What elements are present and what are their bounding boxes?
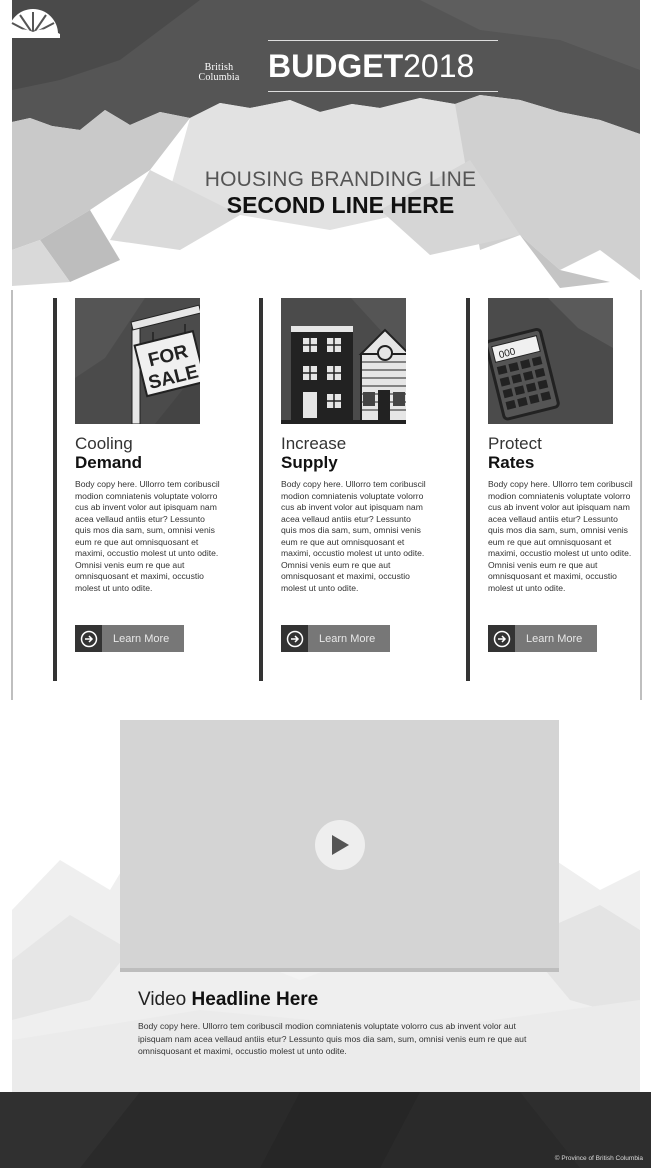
play-icon — [332, 835, 349, 855]
card-protect-rates: 000 Protect Rates Body copy here. Ullorr… — [466, 298, 633, 681]
arrow-right-circle-icon — [488, 625, 515, 652]
budget-year: 2018 — [403, 48, 475, 84]
footer-texture — [0, 1092, 651, 1168]
logo-line-columbia: Columbia — [198, 72, 240, 83]
learn-more-label: Learn More — [319, 632, 376, 645]
copyright-text: © Province of British Columbia — [554, 1155, 643, 1162]
learn-more-button[interactable]: Learn More — [488, 625, 597, 652]
arrow-right-circle-icon — [75, 625, 102, 652]
footer: © Province of British Columbia — [0, 1092, 651, 1168]
hero-line-1: HOUSING BRANDING LINE — [204, 168, 477, 191]
card-body-text: Body copy here. Ullorro tem coribuscil m… — [75, 479, 220, 593]
hero-banner: British Columbia BUDGET2018 HOUSING BRAN… — [0, 0, 651, 290]
budget-title: BUDGET2018 — [268, 40, 498, 92]
card-title-light: Increase — [281, 434, 347, 453]
play-button[interactable] — [315, 820, 365, 870]
buildings-icon — [281, 298, 406, 424]
card-body-text: Body copy here. Ullorro tem coribuscil m… — [281, 479, 426, 593]
video-headline-bold: Headline Here — [191, 989, 319, 1010]
card-body-text: Body copy here. Ullorro tem coribuscil m… — [488, 479, 633, 593]
card-increase-supply: Increase Supply Body copy here. Ullorro … — [259, 298, 426, 681]
for-sale-sign-icon: FOR SALE — [75, 298, 200, 424]
learn-more-label: Learn More — [113, 632, 170, 645]
video-headline-light: Video — [138, 989, 192, 1010]
card-cooling-demand: FOR SALE Cooling Demand Body copy here. … — [53, 298, 220, 681]
video-headline: Video Headline Here — [138, 989, 318, 1011]
learn-more-label: Learn More — [526, 632, 583, 645]
card-title-light: Protect — [488, 434, 542, 453]
card-title-bold: Demand — [75, 453, 143, 472]
budget-word: BUDGET — [268, 48, 404, 84]
card-title-bold: Supply — [281, 453, 338, 472]
video-body-text: Body copy here. Ullorro tem coribuscil m… — [138, 1021, 527, 1056]
learn-more-button[interactable]: Learn More — [75, 625, 184, 652]
calculator-icon: 000 — [488, 298, 613, 424]
card-title-bold: Rates — [488, 453, 535, 472]
logo-wordmark: British Columbia — [181, 63, 257, 83]
bc-logo-icon — [6, 9, 60, 38]
hero-line-2: SECOND LINE HERE — [226, 192, 455, 218]
card-title-light: Cooling — [75, 434, 133, 453]
learn-more-button[interactable]: Learn More — [281, 625, 390, 652]
arrow-right-circle-icon — [281, 625, 308, 652]
video-player[interactable] — [120, 720, 559, 972]
page: British Columbia BUDGET2018 HOUSING BRAN… — [0, 0, 651, 1168]
